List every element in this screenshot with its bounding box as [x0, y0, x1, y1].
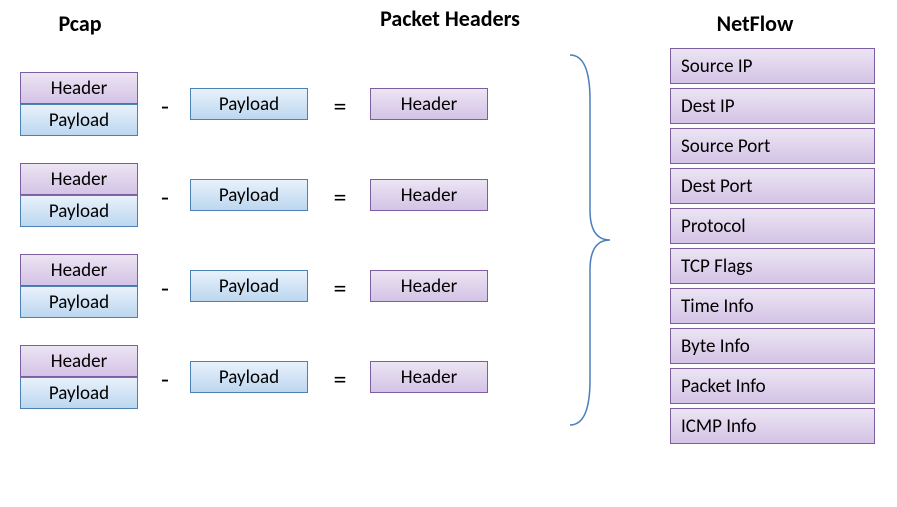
netflow-field: Packet Info: [670, 368, 875, 404]
equals-op: =: [330, 181, 350, 213]
packet-header-box: Header: [370, 179, 488, 211]
pcap-payload-box: Payload: [20, 104, 138, 136]
packet-header-box: Header: [370, 88, 488, 120]
pcap-payload-box: Payload: [20, 195, 138, 227]
subtracted-payload-box: Payload: [190, 88, 308, 120]
equals-op: =: [330, 90, 350, 122]
pcap-payload-box: Payload: [20, 286, 138, 318]
pcap-payload-box: Payload: [20, 377, 138, 409]
netflow-field: Source Port: [670, 128, 875, 164]
netflow-field: Time Info: [670, 288, 875, 324]
minus-op: -: [155, 272, 175, 304]
subtracted-payload-box: Payload: [190, 179, 308, 211]
netflow-field: Dest Port: [670, 168, 875, 204]
pcap-header-box: Header: [20, 72, 138, 104]
minus-op: -: [155, 90, 175, 122]
equals-op: =: [330, 363, 350, 395]
subtracted-payload-box: Payload: [190, 270, 308, 302]
netflow-field: TCP Flags: [670, 248, 875, 284]
title-netflow: NetFlow: [680, 10, 830, 37]
netflow-field: Protocol: [670, 208, 875, 244]
netflow-field: ICMP Info: [670, 408, 875, 444]
right-brace-icon: [560, 50, 620, 430]
minus-op: -: [155, 181, 175, 213]
netflow-field: Dest IP: [670, 88, 875, 124]
subtracted-payload-box: Payload: [190, 361, 308, 393]
title-packet-headers: Packet Headers: [380, 5, 520, 32]
minus-op: -: [155, 363, 175, 395]
pcap-header-box: Header: [20, 254, 138, 286]
netflow-field: Source IP: [670, 48, 875, 84]
packet-header-box: Header: [370, 361, 488, 393]
equals-op: =: [330, 272, 350, 304]
netflow-field: Byte Info: [670, 328, 875, 364]
pcap-header-box: Header: [20, 345, 138, 377]
packet-header-box: Header: [370, 270, 488, 302]
pcap-header-box: Header: [20, 163, 138, 195]
title-pcap: Pcap: [30, 10, 130, 37]
